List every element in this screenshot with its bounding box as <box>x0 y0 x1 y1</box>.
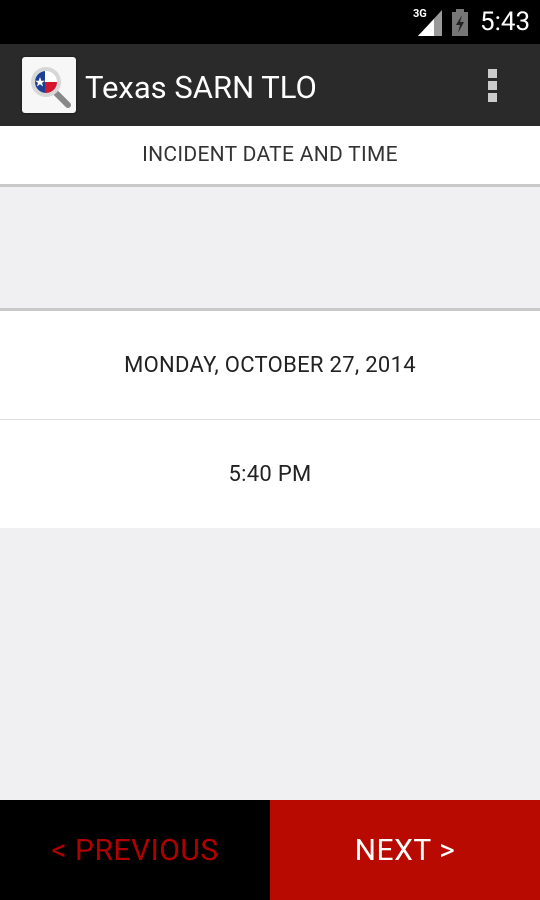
incident-date-field[interactable]: MONDAY, OCTOBER 27, 2014 <box>0 311 540 420</box>
bottom-nav: < PREVIOUS NEXT > <box>0 800 540 900</box>
battery-icon <box>452 9 468 36</box>
status-bar: 3G 5:43 <box>0 0 540 44</box>
action-bar: Texas SARN TLO <box>0 44 540 128</box>
blank-panel <box>0 187 540 311</box>
next-button[interactable]: NEXT > <box>270 800 540 900</box>
incident-time-field[interactable]: 5:40 PM <box>0 420 540 528</box>
section-header: INCIDENT DATE AND TIME <box>0 126 540 187</box>
signal-icon <box>418 10 442 36</box>
previous-button[interactable]: < PREVIOUS <box>0 800 270 900</box>
status-time: 5:43 <box>480 7 531 37</box>
app-title: Texas SARN TLO <box>85 69 317 106</box>
texas-flag-search-icon[interactable] <box>22 57 76 113</box>
overflow-menu-icon[interactable] <box>474 66 510 106</box>
